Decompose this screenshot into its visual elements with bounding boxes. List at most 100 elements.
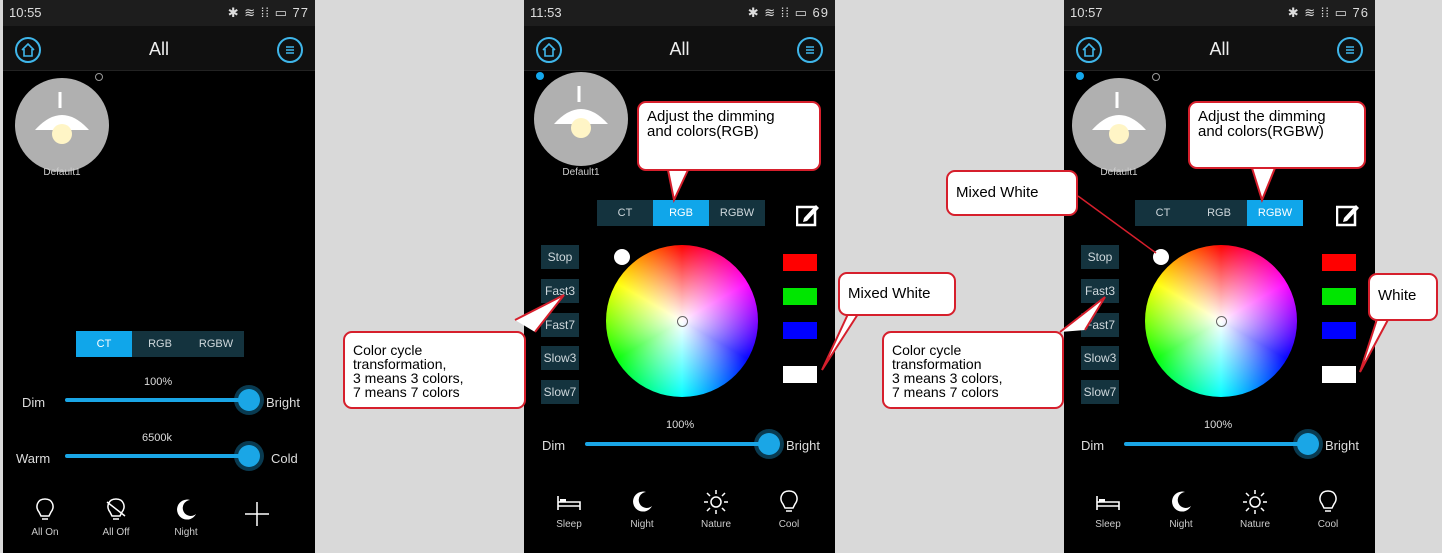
swatch-red[interactable]	[783, 254, 817, 271]
cool-button[interactable]: Cool	[1298, 488, 1358, 530]
callout-adjust-rgbw: Adjust the dimming and colors(RGBW)	[1188, 101, 1366, 169]
lamp-avatar[interactable]	[15, 78, 109, 172]
bulb-off-icon	[106, 498, 126, 520]
all-on-button[interactable]: All On	[15, 496, 75, 538]
cycle-fast3-button[interactable]: Fast3	[1081, 279, 1119, 303]
cycle-slow3-button[interactable]: Slow3	[541, 346, 579, 370]
swatch-white[interactable]	[1322, 366, 1356, 383]
menu-icon[interactable]	[277, 37, 303, 63]
cycle-slow7-button[interactable]: Slow7	[1081, 380, 1119, 404]
callout-white-text: White	[1378, 287, 1417, 304]
bright-label: Bright	[1325, 438, 1359, 453]
lamp-label: Default1	[43, 167, 81, 178]
temperature-slider-track[interactable]	[65, 454, 248, 458]
tab-rgb[interactable]: RGB	[653, 200, 709, 226]
swatch-blue[interactable]	[783, 322, 817, 339]
color-wheel-selector[interactable]	[614, 249, 630, 265]
brightness-slider-knob[interactable]	[1297, 433, 1319, 455]
callout-color-cycle: Color cycle transformation, 3 means 3 co…	[343, 331, 526, 409]
page-title: All	[669, 39, 690, 59]
info-icon[interactable]	[1152, 73, 1160, 81]
cycle-fast7-button[interactable]: Fast7	[1081, 313, 1119, 337]
all-off-label: All Off	[102, 527, 130, 538]
edit-icon[interactable]	[1336, 203, 1360, 227]
brightness-slider-knob[interactable]	[238, 389, 260, 411]
status-icons: ✱ ≋ ⁞⁞ ▭ 77	[228, 5, 309, 21]
night-button[interactable]: Night	[1151, 488, 1211, 530]
mode-tabs: CT RGB RGBW	[597, 200, 765, 226]
tab-rgb[interactable]: RGB	[132, 331, 188, 357]
tab-ct[interactable]: CT	[597, 200, 653, 226]
callout-cycle-rgbw-line3: 7 means 7 colors	[892, 384, 999, 400]
brightness-slider-track[interactable]	[585, 442, 769, 446]
menu-icon[interactable]	[797, 37, 823, 63]
moon-icon	[1172, 491, 1191, 512]
signal-icon: ⁞⁞	[780, 5, 790, 20]
sleep-button[interactable]: Sleep	[539, 488, 599, 530]
callout-mixed-white-text: Mixed White	[848, 285, 931, 302]
bright-label: Bright	[786, 438, 820, 453]
tab-rgbw[interactable]: RGBW	[188, 331, 244, 357]
night-button[interactable]: Night	[156, 496, 216, 538]
cycle-stop-button[interactable]: Stop	[541, 245, 579, 269]
tab-ct[interactable]: CT	[1135, 200, 1191, 226]
night-label: Night	[630, 519, 654, 530]
callout-cycle-rgbw-line2: 3 means 3 colors,	[892, 370, 1003, 386]
brightness-slider-knob[interactable]	[758, 433, 780, 455]
sleep-button[interactable]: Sleep	[1078, 488, 1138, 530]
night-label: Night	[174, 527, 198, 538]
battery-level: 69	[812, 5, 829, 20]
bulb-on-icon	[36, 498, 54, 520]
cycle-fast3-button[interactable]: Fast3	[541, 279, 579, 303]
add-button[interactable]	[227, 500, 287, 531]
app-header: All	[3, 26, 315, 71]
signal-icon: ⁞⁞	[260, 5, 270, 20]
color-wheel-center	[1216, 316, 1227, 327]
phone-screen-ct: 10:55 ✱ ≋ ⁞⁞ ▭ 77 All Default1 CT RGB RG…	[3, 0, 315, 553]
swatch-green[interactable]	[1322, 288, 1356, 305]
callout-adjust-rgb: Adjust the dimming and colors(RGB)	[637, 101, 821, 171]
callout-cycle-rgbw-line1: Color cycle transformation	[892, 342, 982, 372]
tab-rgbw[interactable]: RGBW	[709, 200, 765, 226]
callout-adjust-rgb-line1: Adjust the dimming	[647, 108, 775, 125]
tab-ct[interactable]: CT	[76, 331, 132, 357]
cycle-slow7-button[interactable]: Slow7	[541, 380, 579, 404]
bluetooth-icon: ✱	[1287, 5, 1300, 20]
nature-label: Nature	[1239, 519, 1270, 530]
status-icons: ✱ ≋ ⁞⁞ ▭ 69	[748, 5, 829, 21]
brightness-slider-track[interactable]	[1124, 442, 1308, 446]
status-bar: 11:53 ✱ ≋ ⁞⁞ ▭ 69	[524, 0, 835, 26]
callout-white: White	[1368, 273, 1438, 321]
night-button[interactable]: Night	[612, 488, 672, 530]
callout-cycle-line2: 3 means 3 colors,	[353, 370, 464, 386]
all-off-button[interactable]: All Off	[86, 496, 146, 538]
bluetooth-icon: ✱	[227, 5, 240, 20]
tab-rgb[interactable]: RGB	[1191, 200, 1247, 226]
swatch-red[interactable]	[1322, 254, 1356, 271]
signal-icon: ⁞⁞	[1320, 5, 1330, 20]
nature-button[interactable]: Nature	[686, 488, 746, 530]
edit-icon[interactable]	[796, 203, 820, 227]
menu-icon[interactable]	[1337, 37, 1363, 63]
color-wheel-selector[interactable]	[1153, 249, 1169, 265]
callout-adjust-rgb-line2: and colors(RGB)	[647, 123, 759, 140]
lamp-avatar[interactable]	[1072, 78, 1166, 172]
info-icon[interactable]	[95, 73, 103, 81]
status-time: 11:53	[530, 5, 562, 20]
callout-adjust-rgbw-line2: and colors(RGBW)	[1198, 123, 1324, 140]
temperature-slider-knob[interactable]	[238, 445, 260, 467]
brightness-slider-track[interactable]	[65, 398, 248, 402]
nature-button[interactable]: Nature	[1225, 488, 1285, 530]
status-time: 10:57	[1070, 5, 1103, 20]
swatch-green[interactable]	[783, 288, 817, 305]
swatch-white[interactable]	[783, 366, 817, 383]
cycle-fast7-button[interactable]: Fast7	[541, 313, 579, 337]
cycle-slow3-button[interactable]: Slow3	[1081, 346, 1119, 370]
tab-rgbw[interactable]: RGBW	[1247, 200, 1303, 226]
cool-button[interactable]: Cool	[759, 488, 819, 530]
mode-tabs: CT RGB RGBW	[1135, 200, 1303, 226]
lamp-avatar[interactable]	[534, 72, 628, 166]
swatch-blue[interactable]	[1322, 322, 1356, 339]
mode-tabs: CT RGB RGBW	[76, 331, 244, 357]
cycle-stop-button[interactable]: Stop	[1081, 245, 1119, 269]
